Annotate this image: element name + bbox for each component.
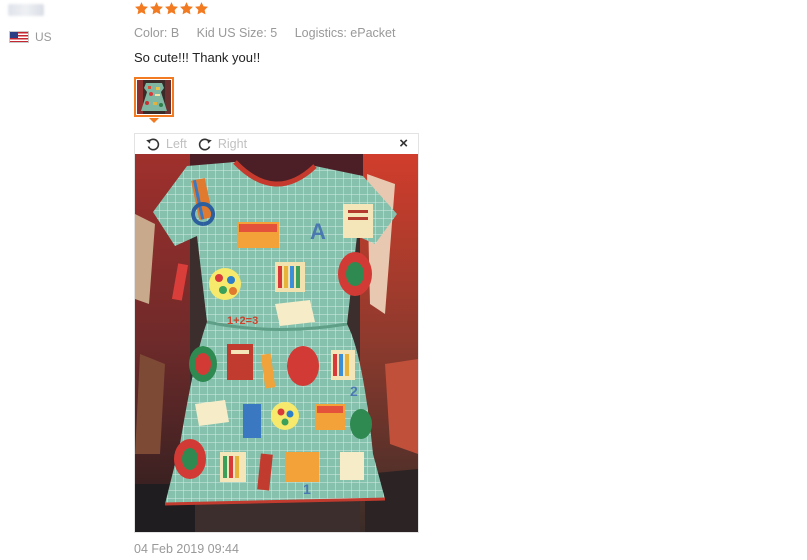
rotate-left-button[interactable]: Left bbox=[145, 136, 187, 152]
close-viewer-button[interactable]: × bbox=[399, 136, 408, 152]
star-icon bbox=[165, 2, 178, 15]
star-icon bbox=[135, 2, 148, 15]
thumbnail-image bbox=[137, 80, 171, 114]
svg-text:1: 1 bbox=[303, 481, 311, 497]
photo-viewer: Left Right × A 1+2=3 1 2 bbox=[134, 133, 419, 533]
order-attributes: Color: B Kid US Size: 5 Logistics: ePack… bbox=[134, 26, 409, 40]
reviewer-country: US bbox=[9, 30, 52, 44]
rotate-right-label: Right bbox=[217, 137, 248, 151]
reviewer-info: US bbox=[8, 0, 118, 44]
review-photo-dress: A 1+2=3 1 2 bbox=[135, 154, 418, 532]
us-flag-icon bbox=[9, 31, 29, 43]
attr-size: Kid US Size: 5 bbox=[196, 26, 278, 40]
viewer-toolbar: Left Right × bbox=[135, 134, 418, 154]
review-date: 04 Feb 2019 09:44 bbox=[134, 542, 239, 556]
svg-text:2: 2 bbox=[350, 383, 358, 399]
star-icon bbox=[180, 2, 193, 15]
attr-color: Color: B bbox=[134, 26, 180, 40]
rotate-left-icon bbox=[146, 138, 160, 151]
rotate-left-label: Left bbox=[166, 137, 187, 151]
svg-text:1+2=3: 1+2=3 bbox=[227, 315, 258, 327]
review-page: US Color: B Kid US Size: 5 Logistics: eP… bbox=[0, 0, 807, 560]
star-icon bbox=[150, 2, 163, 15]
star-icon bbox=[195, 2, 208, 15]
rotate-right-icon bbox=[198, 138, 212, 151]
attr-logistics: Logistics: ePacket bbox=[294, 26, 396, 40]
svg-text:A: A bbox=[310, 219, 326, 244]
thumbnail-selected-indicator bbox=[149, 118, 159, 123]
country-label: US bbox=[35, 30, 52, 44]
review-photo-thumbnail[interactable] bbox=[134, 77, 174, 117]
review-text: So cute!!! Thank you!! bbox=[134, 50, 261, 65]
star-rating bbox=[134, 1, 209, 16]
rotate-right-button[interactable]: Right bbox=[197, 136, 247, 152]
reviewer-name-blurred bbox=[8, 4, 44, 16]
